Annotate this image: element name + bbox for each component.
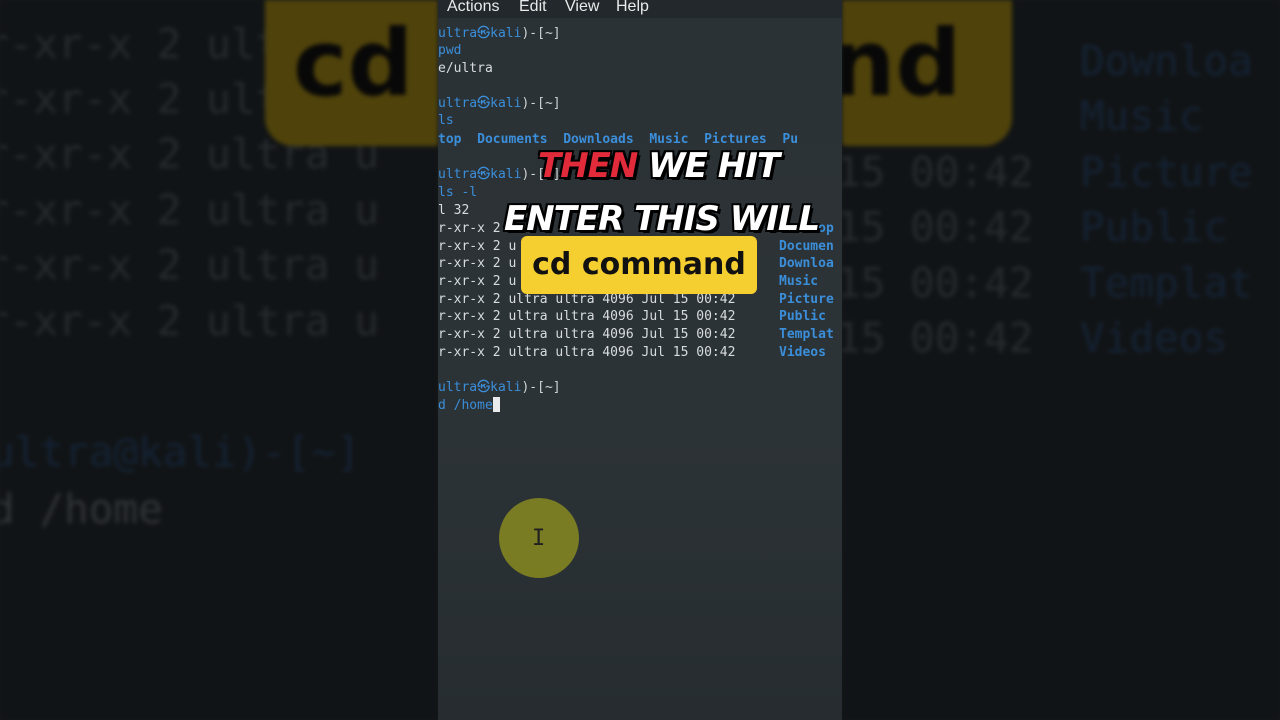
command-line: pwd (438, 43, 462, 58)
caption-pill: cd command (521, 236, 757, 294)
backdrop-shade (842, 0, 1280, 720)
prompt-dir: ~ (544, 380, 553, 395)
at-icon: ㉿ (477, 167, 491, 182)
at-icon: ㉿ (477, 380, 491, 395)
text-cursor-icon (492, 397, 500, 412)
prompt-line: ultra㉿kali)-[~] (438, 96, 561, 111)
command-line: ls (438, 113, 454, 128)
menu-help[interactable]: Help (616, 0, 649, 16)
long-listing-name: Public (779, 309, 826, 324)
long-listing-name: Music (779, 274, 819, 289)
long-listing-perm: r-xr-x 2 u (438, 239, 517, 254)
caption-line-1: THEN WE HIT (538, 146, 780, 186)
long-listing-perm: r-xr-x 2 ultra ultra 4096 Jul 15 00:42 (438, 327, 736, 342)
long-listing-perm: r-xr-x 2 ultra ultra 4096 Jul 15 00:42 (438, 309, 736, 324)
caption-white-words: WE HIT (648, 146, 780, 186)
prompt-host: kali (490, 26, 522, 41)
prompt-dir: ~ (544, 26, 553, 41)
long-listing-name: Downloa (779, 256, 834, 271)
prompt-host: kali (490, 380, 522, 395)
at-icon: ㉿ (477, 26, 491, 41)
prompt-user: ultra (438, 26, 478, 41)
long-listing-name: Videos (779, 345, 826, 360)
long-listing-perm: r-xr-x 2 u (438, 274, 517, 289)
right-blurred-backdrop: nd Downloa Music 15 00:42 Picture 15 00:… (842, 0, 1280, 720)
prompt-user: ultra (438, 380, 478, 395)
prompt-user: ultra (438, 167, 478, 182)
prompt-line: ultra㉿kali)-[~] (438, 26, 561, 41)
menu-view[interactable]: View (565, 0, 599, 16)
terminal-window[interactable]: Actions Edit View Help ultra㉿kali)-[~] p… (438, 0, 842, 720)
total-line: l 32 (438, 203, 470, 218)
prompt-host: kali (490, 96, 522, 111)
output-line: e/ultra (438, 61, 493, 76)
menu-actions[interactable]: Actions (447, 0, 499, 16)
prompt-user: ultra (438, 96, 478, 111)
ibeam-cursor-icon: I (532, 526, 546, 551)
left-blurred-backdrop: r-xr-x 2 ultra u r-xr-x 2 ultra u r-xr-x… (0, 0, 438, 720)
long-listing-name: Documen (779, 239, 834, 254)
at-icon: ㉿ (477, 96, 491, 111)
prompt-host: kali (490, 167, 522, 182)
long-listing-name: Templat (779, 327, 834, 342)
long-listing-perm: r-xr-x 2 u (438, 256, 517, 271)
caption-line-2: ENTER THIS WILL (504, 199, 820, 239)
long-listing-perm: r-xr-x 2 ultra ultra 4096 Jul 15 00:42 (438, 345, 736, 360)
menu-bar: Actions Edit View Help (438, 0, 842, 18)
command-line: ls -l (438, 185, 478, 200)
prompt-line: ultra㉿kali)-[~] (438, 380, 561, 395)
prompt-dir: ~ (544, 96, 553, 111)
long-listing-name: Picture (779, 292, 834, 307)
menu-edit[interactable]: Edit (519, 0, 547, 16)
caption-red-word: THEN (538, 146, 638, 186)
current-command: d /home (438, 398, 493, 413)
current-command-line[interactable]: d /home (438, 397, 500, 414)
backdrop-shade (0, 0, 438, 720)
